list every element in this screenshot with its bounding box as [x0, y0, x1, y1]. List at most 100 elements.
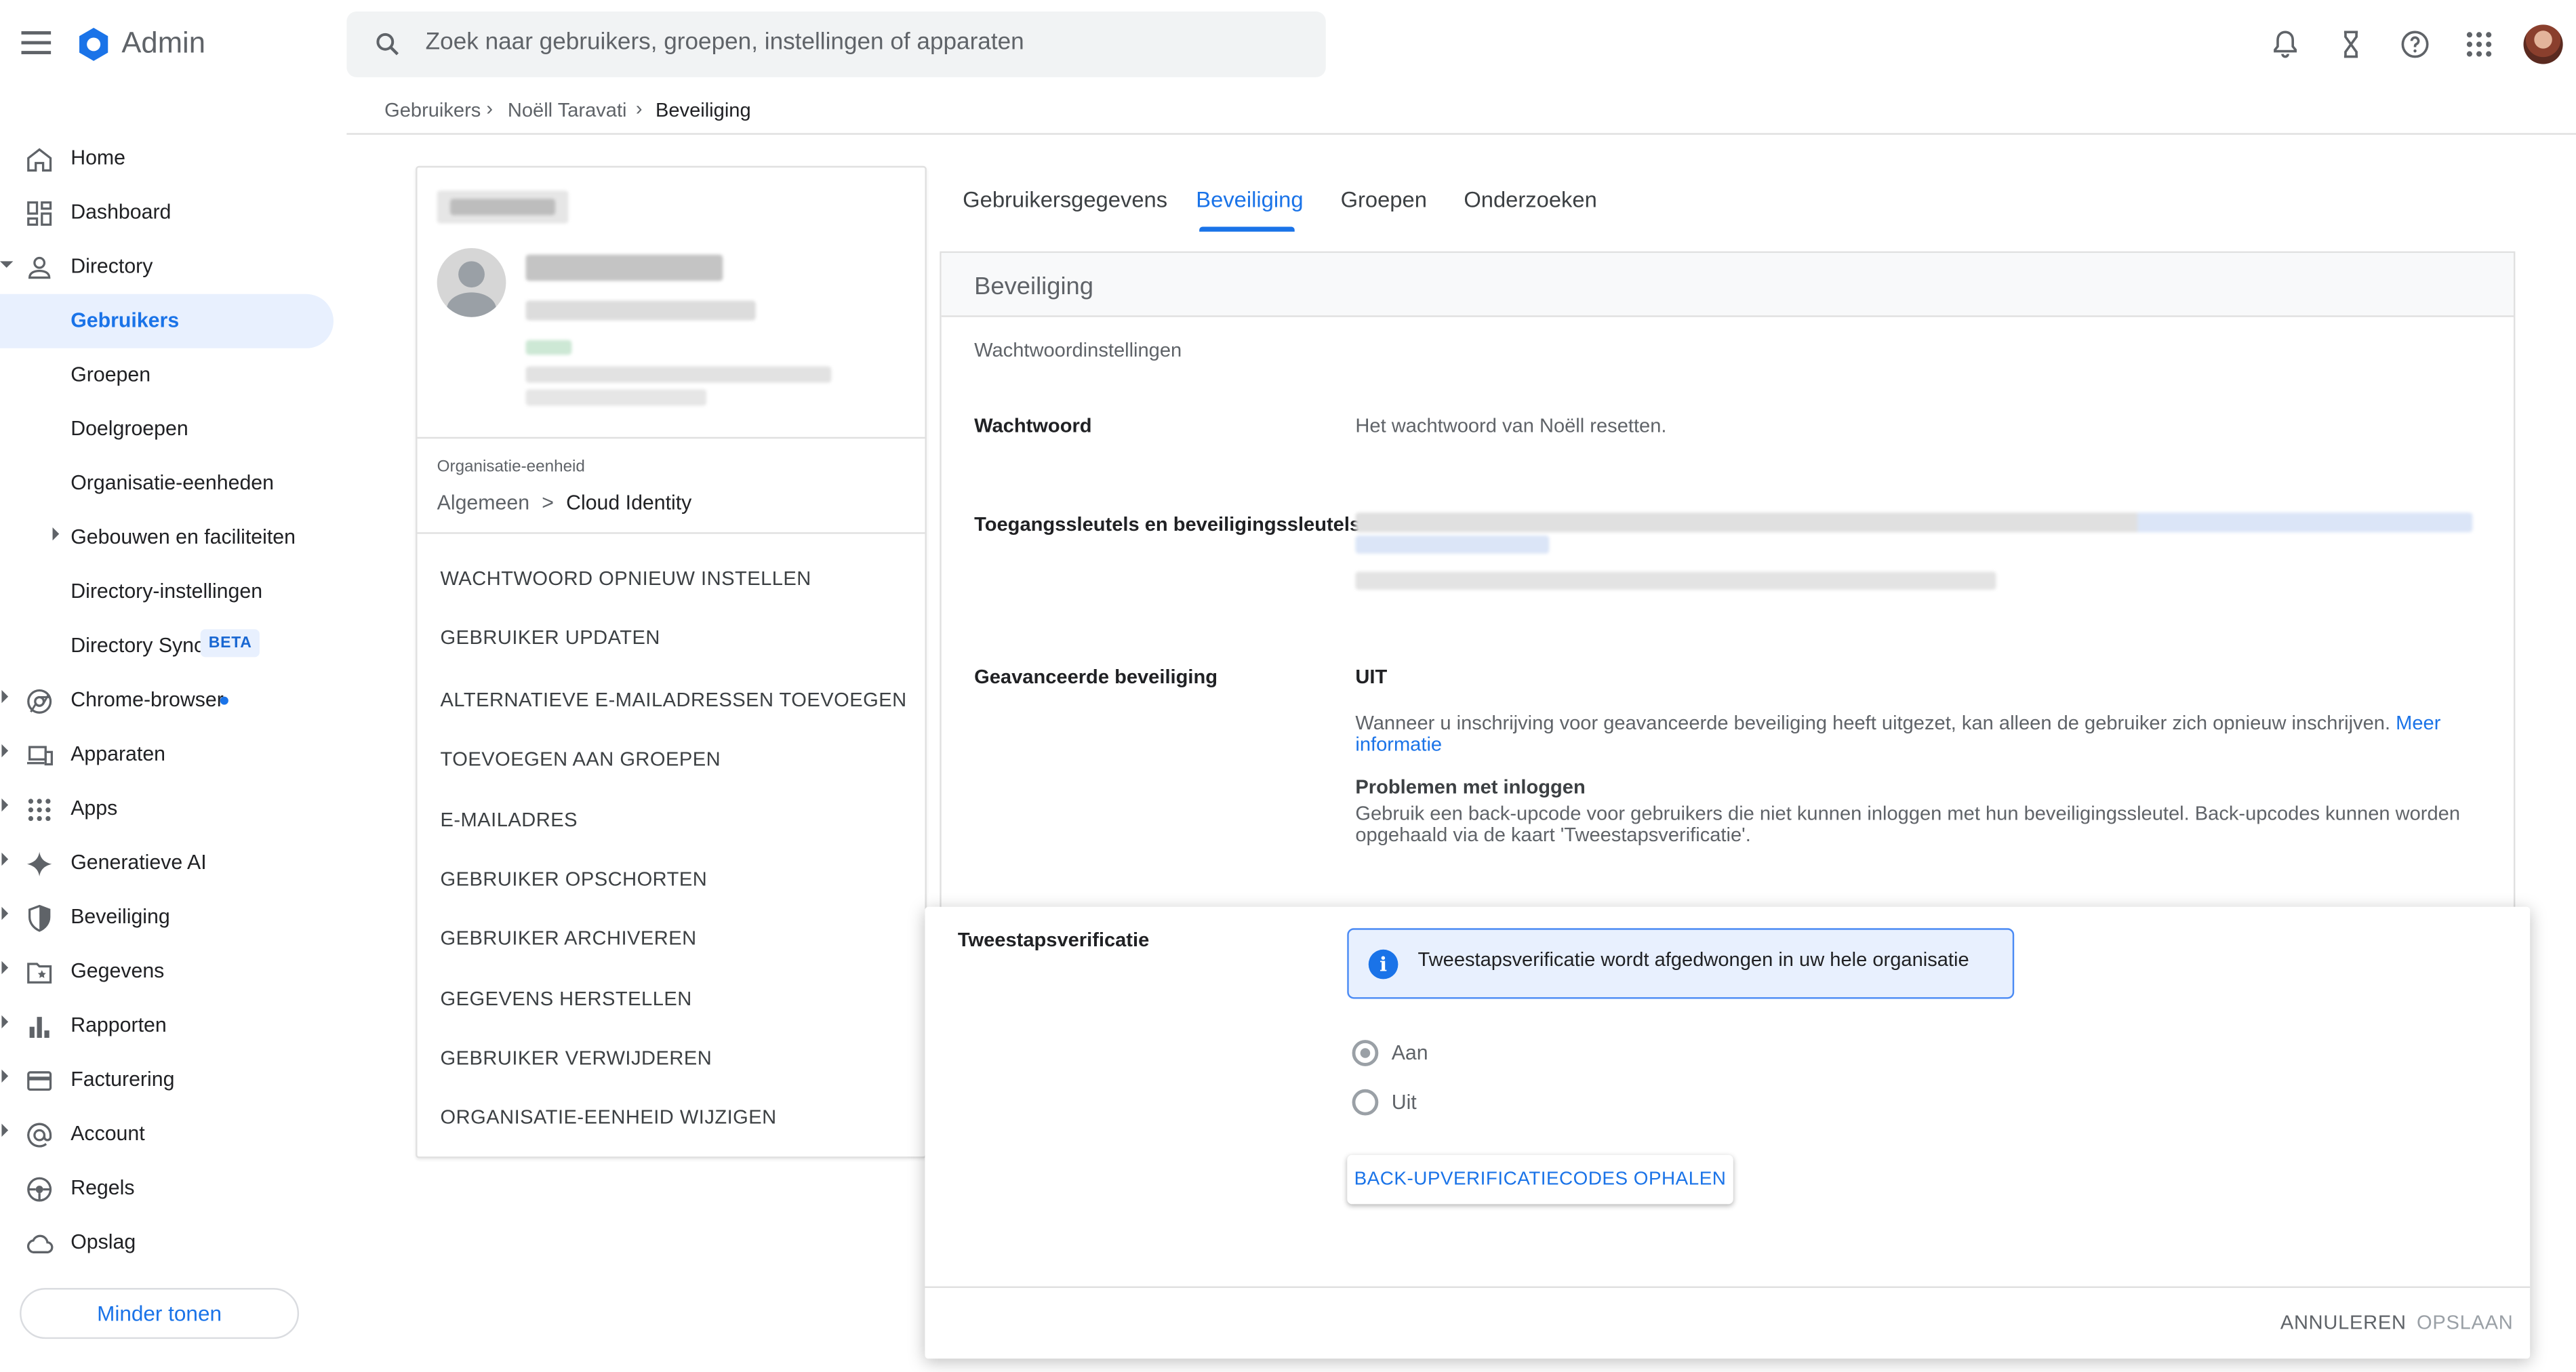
chrome-icon: [27, 689, 52, 714]
breadcrumb-users[interactable]: Gebruikers: [384, 98, 481, 121]
sidebar-item-home[interactable]: Home: [0, 132, 345, 186]
add-alt-emails-action[interactable]: ALTERNATIEVE E-MAILADRESSEN TOEVOEGEN: [440, 688, 906, 711]
sidebar-item-directory[interactable]: Directory: [0, 240, 345, 294]
account-avatar[interactable]: [2523, 24, 2563, 64]
sidebar-item-label: Home: [71, 146, 126, 169]
sidebar-item-directory-sync[interactable]: Directory Sync BETA: [0, 620, 345, 674]
advanced-protection-status: UIT: [1355, 665, 1388, 689]
sidebar-item-groups[interactable]: Groepen: [0, 348, 345, 403]
add-to-groups-action[interactable]: TOEVOEGEN AAN GROEPEN: [440, 748, 721, 771]
user-card: Organisatie-eenheid Algemeen > Cloud Ide…: [416, 165, 927, 1158]
apps-grid-icon[interactable]: [2463, 28, 2495, 60]
notifications-bell-icon[interactable]: [2269, 28, 2301, 60]
rules-icon: [27, 1177, 52, 1202]
search-icon: [376, 33, 399, 56]
breadcrumb-user[interactable]: Noëll Taravati: [508, 98, 627, 121]
advanced-protection-description: Wanneer u inschrijving voor geavanceerde…: [1355, 711, 2489, 756]
sidebar-item-org-units[interactable]: Organisatie-eenheden: [0, 457, 345, 511]
cancel-button[interactable]: ANNULEREN: [2280, 1311, 2407, 1334]
expand-arrow-icon: [1, 852, 9, 866]
reset-password-link[interactable]: Het wachtwoord van Noëll resetten.: [1355, 414, 1666, 437]
sidebar-item-chrome[interactable]: Chrome-browser: [0, 674, 345, 728]
sidebar-item-label: Doelgroepen: [71, 417, 188, 441]
email-action[interactable]: E-MAILADRES: [440, 808, 578, 831]
sidebar-item-storage[interactable]: Opslag: [0, 1215, 345, 1270]
sidebar-item-account[interactable]: Account: [0, 1107, 345, 1161]
two-step-label: Tweestapsverificatie: [957, 928, 1150, 952]
sidebar-item-apps[interactable]: Apps: [0, 782, 345, 836]
sidebar-item-devices[interactable]: Apparaten: [0, 728, 345, 782]
advanced-desc-text: Wanneer u inschrijving voor geavanceerde…: [1355, 711, 2391, 735]
sidebar-item-label: Regels: [71, 1176, 135, 1200]
redacted-keys: [1355, 571, 1996, 590]
more-info-link[interactable]: informatie: [1355, 733, 1442, 756]
get-backup-codes-button[interactable]: BACK-UPVERIFICATIECODES OPHALEN: [1347, 1154, 1733, 1205]
sparkle-icon: [26, 851, 52, 876]
radio-off[interactable]: [1352, 1089, 1379, 1116]
sidebar-item-label: Beveiliging: [71, 905, 170, 929]
save-button[interactable]: OPSLAAN: [2417, 1311, 2513, 1334]
show-less-button[interactable]: Minder tonen: [20, 1288, 300, 1339]
search-input[interactable]: Zoek naar gebruikers, groepen, instellin…: [426, 30, 1024, 56]
person-icon: [28, 256, 51, 279]
restore-data-action[interactable]: GEGEVENS HERSTELLEN: [440, 988, 691, 1011]
org-unit-current: Cloud Identity: [566, 491, 692, 514]
enforced-info-text: Tweestapsverificatie wordt afgedwongen i…: [1417, 948, 1969, 971]
folder-star-icon: [27, 963, 52, 984]
chevron-right-icon: ›: [486, 96, 494, 120]
tab-security[interactable]: Beveiliging: [1196, 187, 1303, 211]
sidebar-item-target-audiences[interactable]: Doelgroepen: [0, 403, 345, 457]
tab-groups[interactable]: Groepen: [1341, 187, 1427, 211]
info-icon: i: [1368, 949, 1398, 980]
delete-user-action[interactable]: GEBRUIKER VERWIJDEREN: [440, 1047, 712, 1070]
org-unit-separator: >: [542, 491, 554, 514]
sidebar-item-data[interactable]: Gegevens: [0, 945, 345, 999]
tab-investigations[interactable]: Onderzoeken: [1464, 187, 1596, 211]
sidebar-item-generative-ai[interactable]: Generatieve AI: [0, 836, 345, 891]
redacted-keys: [1355, 512, 2473, 533]
sidebar-item-security[interactable]: Beveiliging: [0, 891, 345, 945]
update-user-action[interactable]: GEBRUIKER UPDATEN: [440, 626, 660, 649]
redacted-label: [450, 199, 556, 216]
reset-password-action[interactable]: WACHTWOORD OPNIEUW INSTELLEN: [440, 567, 811, 590]
more-info-link[interactable]: Meer: [2396, 711, 2440, 734]
login-problems-title: Problemen met inloggen: [1355, 775, 1586, 799]
archive-user-action[interactable]: GEBRUIKER ARCHIVEREN: [440, 927, 696, 950]
hourglass-tasks-icon[interactable]: [2335, 28, 2367, 60]
radio-on-label: Aan: [1391, 1041, 1428, 1065]
menu-icon[interactable]: [21, 31, 52, 58]
redacted-user-name: [525, 254, 723, 281]
redacted-status: [525, 340, 572, 355]
redacted-detail: [525, 366, 832, 383]
sidebar-item-rules[interactable]: Regels: [0, 1161, 345, 1215]
org-unit-parent[interactable]: Algemeen: [437, 491, 529, 514]
tab-user-details[interactable]: Gebruikersgegevens: [963, 187, 1167, 211]
expand-arrow-icon: [1, 961, 9, 975]
change-org-unit-action[interactable]: ORGANISATIE-EENHEID WIJZIGEN: [440, 1106, 776, 1129]
expand-arrow-icon: [52, 527, 60, 541]
two-step-verification-card: Tweestapsverificatie i Tweestapsverifica…: [925, 906, 2531, 1359]
cloud-icon: [27, 1234, 54, 1253]
devices-icon: [26, 746, 53, 766]
sidebar-item-buildings[interactable]: Gebouwen en faciliteiten: [0, 511, 345, 565]
notification-dot: [220, 696, 228, 705]
sidebar-item-label: Directory-instellingen: [71, 580, 263, 603]
search-bar[interactable]: Zoek naar gebruikers, groepen, instellin…: [346, 11, 1326, 77]
user-avatar-placeholder: [437, 247, 506, 317]
sidebar-item-billing[interactable]: Facturering: [0, 1053, 345, 1107]
sidebar-item-directory-settings[interactable]: Directory-instellingen: [0, 565, 345, 620]
radio-on[interactable]: [1352, 1040, 1379, 1066]
panel-header: Beveiliging: [941, 253, 2514, 317]
expand-arrow-icon: [1, 1015, 9, 1029]
help-icon[interactable]: [2398, 28, 2431, 60]
suspend-user-action[interactable]: GEBRUIKER OPSCHORTEN: [440, 868, 707, 891]
redacted-detail: [525, 389, 707, 406]
sidebar-item-label: Gebouwen en faciliteiten: [71, 525, 296, 549]
advanced-protection-label: Geavanceerde beveiliging: [974, 665, 1218, 689]
apps-icon: [28, 799, 51, 822]
sidebar-item-dashboard[interactable]: Dashboard: [0, 186, 345, 240]
login-problems-line: Gebruik een back-upcode voor gebruikers …: [1355, 801, 2461, 825]
sidebar-item-users[interactable]: Gebruikers: [0, 294, 345, 348]
expand-arrow-icon: [1, 906, 9, 921]
sidebar-item-reports[interactable]: Rapporten: [0, 998, 345, 1053]
